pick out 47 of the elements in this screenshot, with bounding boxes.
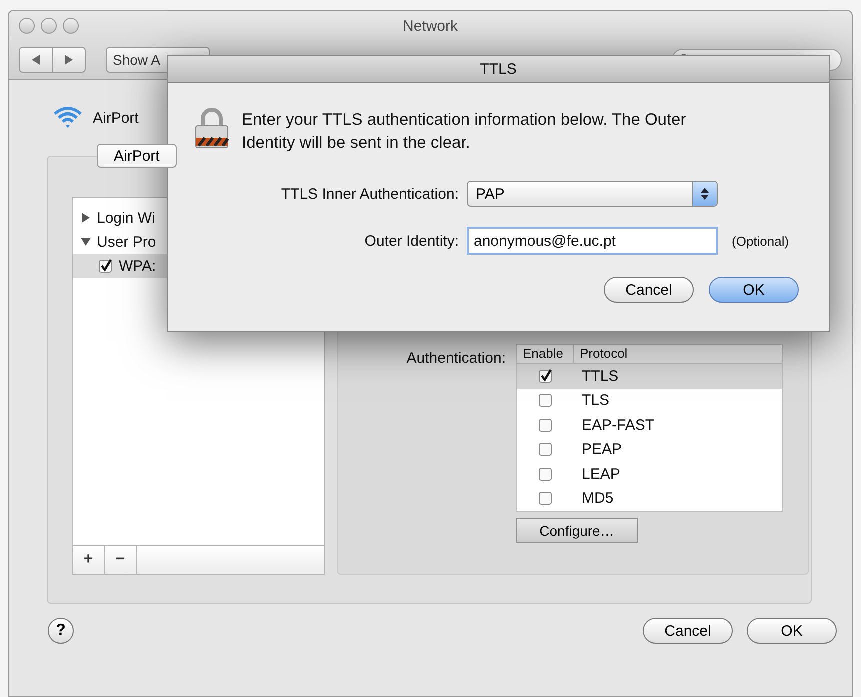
inner-authentication-popup[interactable]: PAP [467, 181, 718, 207]
window-control-button[interactable] [41, 18, 57, 34]
authentication-label: Authentication: [406, 349, 506, 369]
column-header[interactable]: Protocol [574, 345, 634, 363]
profile-group[interactable]: Login Wi [73, 206, 324, 230]
profile-group[interactable]: User Pro [73, 230, 324, 254]
help-button[interactable]: ? [48, 618, 74, 644]
window-title: Network [403, 18, 458, 34]
checkbox[interactable] [538, 466, 552, 482]
disclosure-triangle-icon[interactable] [81, 213, 91, 223]
window-control-button[interactable] [63, 18, 79, 34]
protocol-row[interactable]: TLS [517, 388, 782, 413]
configure-button[interactable]: Configure… [516, 518, 638, 543]
cancel-button[interactable]: Cancel [643, 618, 733, 644]
window-control-button[interactable] [19, 18, 35, 34]
ok-button[interactable]: OK [747, 618, 837, 644]
checkbox[interactable] [538, 418, 552, 433]
checkbox[interactable] [538, 491, 552, 506]
checkbox[interactable] [538, 368, 552, 384]
protocol-row[interactable]: EAP-FAST [517, 413, 782, 438]
lock-icon [194, 107, 230, 149]
forward-arrow-icon[interactable] [65, 55, 73, 65]
back-arrow-icon[interactable] [32, 55, 40, 65]
checkbox[interactable] [538, 393, 552, 408]
wifi-icon [53, 106, 83, 130]
dialog-title: TTLS [168, 56, 829, 83]
service-name: AirPort [93, 110, 139, 126]
outer-identity-field[interactable]: anonymous@fe.uc.pt [467, 227, 718, 255]
checkbox[interactable] [538, 442, 552, 458]
add-button[interactable]: + [73, 546, 105, 574]
protocol-row[interactable]: LEAP [517, 462, 782, 486]
ok-button[interactable]: OK [709, 277, 799, 303]
column-header[interactable]: Enable [517, 345, 574, 363]
optional-note: (Optional) [731, 234, 790, 248]
cancel-button[interactable]: Cancel [604, 277, 694, 303]
dialog-message: Enter your TTLS authentication information below. The Outer Identity will be sent in the clear. [242, 110, 688, 154]
stepper-arrows-icon [701, 188, 709, 200]
inner-authentication-label: TTLS Inner Authentication: [280, 186, 459, 202]
back-forward-control[interactable] [19, 47, 86, 73]
outer-identity-label: Outer Identity: [364, 232, 459, 250]
disclosure-triangle-icon[interactable] [81, 237, 91, 247]
tab[interactable]: AirPort [97, 144, 177, 168]
checkbox[interactable] [99, 258, 113, 274]
protocol-row[interactable]: TTLS [517, 364, 782, 388]
protocol-row[interactable]: MD5 [517, 486, 782, 511]
protocol-row[interactable]: PEAP [517, 438, 782, 462]
remove-button[interactable]: − [105, 546, 137, 574]
